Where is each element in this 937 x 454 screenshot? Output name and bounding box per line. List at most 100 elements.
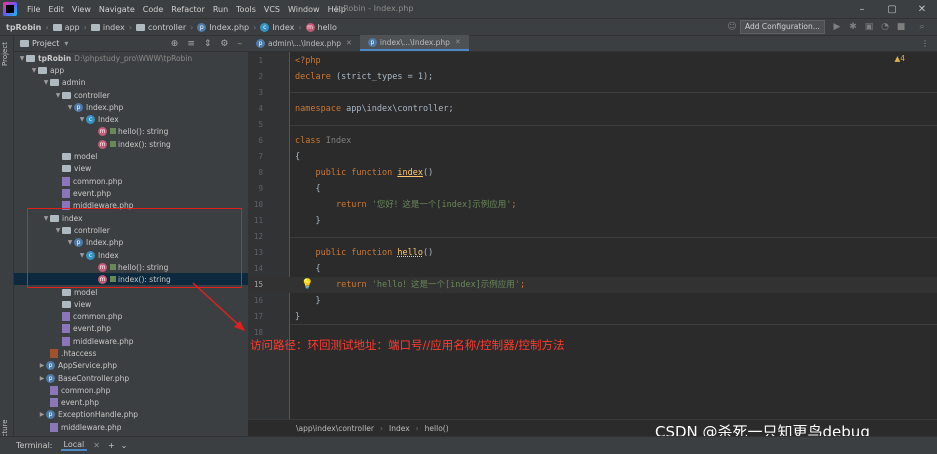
- folder-icon: [62, 152, 71, 160]
- breadcrumb-project-label: tpRobin: [6, 22, 42, 32]
- coverage-icon[interactable]: ▣: [863, 20, 875, 34]
- tree-item-exceptionhandle[interactable]: ▶ p ExceptionHandle.php: [14, 408, 248, 420]
- tree-item-app-common[interactable]: common.php: [14, 384, 248, 396]
- expand-icon[interactable]: ⇕: [204, 39, 212, 49]
- code-text: (strict_types = 1);: [330, 72, 434, 82]
- close-window-icon[interactable]: ✕: [907, 0, 937, 18]
- project-tool-window-button[interactable]: Project: [1, 42, 9, 66]
- status-crumb-method[interactable]: hello(): [425, 424, 449, 433]
- tree-item-admin-view[interactable]: view: [14, 162, 248, 174]
- tree-item-index-middleware[interactable]: middleware.php: [14, 335, 248, 347]
- tree-item-appservice[interactable]: ▶ p AppService.php: [14, 359, 248, 371]
- tree-item-htaccess[interactable]: .htaccess: [14, 347, 248, 359]
- code-keyword: public function: [315, 168, 398, 178]
- chevron-down-icon[interactable]: ▼: [78, 116, 86, 123]
- code-text: }: [315, 296, 321, 306]
- tree-item-admin-hello[interactable]: m hello(): string: [14, 125, 248, 137]
- chevron-right-icon[interactable]: ▶: [38, 411, 46, 418]
- chevron-right-icon[interactable]: ▶: [38, 362, 46, 369]
- settings-icon[interactable]: ⚙: [220, 39, 228, 49]
- locate-icon[interactable]: ⊕: [171, 39, 179, 49]
- close-icon[interactable]: ✕: [455, 38, 461, 46]
- run-icon[interactable]: ▶: [831, 20, 843, 34]
- chevron-down-icon[interactable]: ▼: [18, 55, 26, 62]
- tree-item-label: event.php: [61, 397, 100, 407]
- project-panel-title[interactable]: Project: [32, 39, 59, 48]
- add-configuration-button[interactable]: Add Configuration...: [740, 20, 825, 34]
- maximize-icon[interactable]: ▢: [877, 0, 907, 18]
- breadcrumb-file-label: Index.php: [209, 22, 250, 32]
- tab-admin-index[interactable]: p admin\...\Index.php ✕: [248, 35, 360, 51]
- tree-item-app-middleware[interactable]: middleware.php: [14, 421, 248, 433]
- menu-run[interactable]: Run: [209, 5, 232, 14]
- status-crumb-class[interactable]: Index: [389, 424, 410, 433]
- php-file-icon: [62, 176, 70, 186]
- tab-label: index\...\Index.php: [379, 37, 450, 47]
- tree-item-basecontroller[interactable]: ▶ p BaseController.php: [14, 372, 248, 384]
- debug-icon[interactable]: ✱: [847, 20, 859, 34]
- tree-item-admin-index-php[interactable]: ▼ p Index.php: [14, 101, 248, 113]
- chevron-down-icon[interactable]: ▼: [30, 67, 38, 74]
- menu-window[interactable]: Window: [284, 5, 324, 14]
- method-separator: [290, 237, 937, 238]
- breadcrumb-app[interactable]: app: [52, 23, 80, 32]
- tree-item-admin-controller[interactable]: ▼ controller: [14, 89, 248, 101]
- menu-navigate[interactable]: Navigate: [95, 5, 139, 14]
- tree-item-app-event[interactable]: event.php: [14, 396, 248, 408]
- add-terminal-icon[interactable]: +: [108, 441, 115, 450]
- tree-item-admin-index-method[interactable]: m index(): string: [14, 138, 248, 150]
- code-editor[interactable]: ▲4 1 <?php 2 declare (strict_types = 1); 3…: [248, 52, 937, 419]
- tab-local[interactable]: Local: [60, 440, 88, 451]
- tree-item-admin-index-class[interactable]: ▼ c Index: [14, 113, 248, 125]
- search-icon[interactable]: ⌕: [916, 20, 928, 34]
- tree-item-admin[interactable]: ▼ admin: [14, 76, 248, 88]
- breadcrumb-class[interactable]: c Index: [260, 22, 294, 32]
- chevron-down-icon[interactable]: ▼: [66, 104, 74, 111]
- menu-edit[interactable]: Edit: [44, 5, 68, 14]
- breadcrumb-index-label: index: [102, 22, 125, 32]
- minimize-icon[interactable]: –: [847, 0, 877, 18]
- breadcrumb-project[interactable]: tpRobin: [6, 23, 41, 32]
- line-number: 11: [253, 216, 263, 225]
- menu-code[interactable]: Code: [139, 5, 167, 14]
- tree-item-project-root[interactable]: ▼ tpRobin D:\phpstudy_pro\WWW\tpRobin: [14, 52, 248, 64]
- breadcrumb-method[interactable]: m hello: [305, 22, 337, 32]
- class-icon: c: [260, 22, 270, 32]
- breadcrumb-index[interactable]: index: [90, 22, 125, 32]
- more-tabs-icon[interactable]: ⋮: [921, 39, 929, 48]
- status-crumb-namespace[interactable]: \app\index\controller: [296, 424, 374, 433]
- annotation-text: 访问路径：环回测试地址：端口号//应用名称/控制器/控制方法: [250, 338, 565, 352]
- tree-item-admin-model[interactable]: model: [14, 150, 248, 162]
- menu-view[interactable]: View: [68, 5, 95, 14]
- tree-item-label: BaseController.php: [58, 373, 130, 383]
- tree-item-app[interactable]: ▼ app: [14, 64, 248, 76]
- tree-item-admin-event[interactable]: event.php: [14, 187, 248, 199]
- tab-index-index[interactable]: p index\...\Index.php ✕: [359, 35, 469, 51]
- code-text: (): [422, 168, 434, 178]
- menu-refactor[interactable]: Refactor: [167, 5, 209, 14]
- php-file-icon: [50, 385, 58, 395]
- breadcrumb-controller[interactable]: controller: [135, 23, 186, 32]
- close-icon[interactable]: ✕: [346, 39, 352, 47]
- chevron-right-icon[interactable]: ▶: [38, 375, 46, 382]
- menu-vcs[interactable]: VCS: [260, 5, 284, 14]
- profile-icon[interactable]: ◔: [879, 20, 891, 34]
- stop-icon[interactable]: ■: [895, 20, 907, 34]
- chevron-down-icon[interactable]: ⌄: [121, 441, 128, 450]
- chevron-down-icon[interactable]: ▾: [64, 39, 68, 48]
- user-icon[interactable]: ☺: [726, 20, 738, 34]
- code-keyword: namespace: [295, 104, 342, 114]
- folder-icon: [62, 288, 71, 296]
- hide-icon[interactable]: –: [238, 39, 243, 49]
- tree-item-admin-common[interactable]: common.php: [14, 175, 248, 187]
- collapse-icon[interactable]: ≡: [187, 39, 195, 49]
- menu-tools[interactable]: Tools: [232, 5, 260, 14]
- method-separator: [290, 125, 937, 126]
- close-icon[interactable]: ✕: [93, 441, 100, 450]
- php-file-icon: p: [46, 409, 55, 419]
- chevron-down-icon[interactable]: ▼: [54, 92, 62, 99]
- breadcrumb-file[interactable]: p Index.php: [197, 22, 250, 32]
- terminal-label[interactable]: Terminal:: [16, 441, 53, 450]
- chevron-down-icon[interactable]: ▼: [42, 79, 50, 86]
- menu-file[interactable]: File: [23, 5, 44, 14]
